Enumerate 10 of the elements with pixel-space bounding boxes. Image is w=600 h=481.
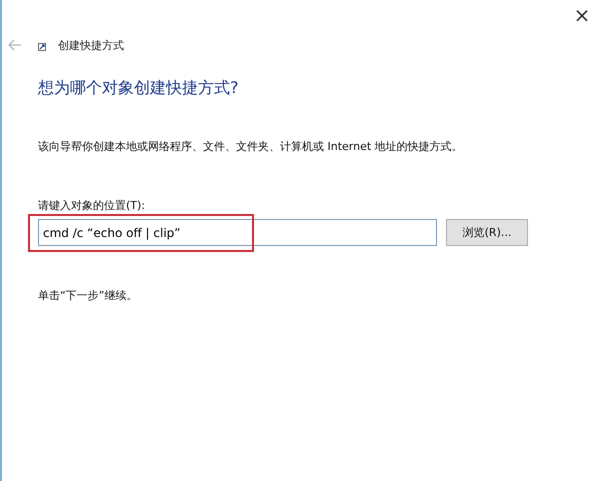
instruction-text: 单击“下一步”继续。 (38, 288, 138, 303)
shortcut-icon (38, 43, 46, 51)
browse-button[interactable]: 浏览(R)... (446, 219, 528, 246)
wizard-heading: 想为哪个对象创建快捷方式? (38, 78, 240, 99)
description-text: 该向导帮你创建本地或网络程序、文件、文件夹、计算机或 Internet 地址的快捷方式。 (38, 139, 464, 154)
location-field[interactable]: cmd /c “echo off | clip” (38, 219, 437, 246)
close-button[interactable]: × (564, 0, 600, 30)
window-title: 创建快捷方式 (58, 38, 124, 52)
back-arrow-icon[interactable] (8, 39, 22, 51)
location-label: 请键入对象的位置(T): (38, 198, 146, 213)
